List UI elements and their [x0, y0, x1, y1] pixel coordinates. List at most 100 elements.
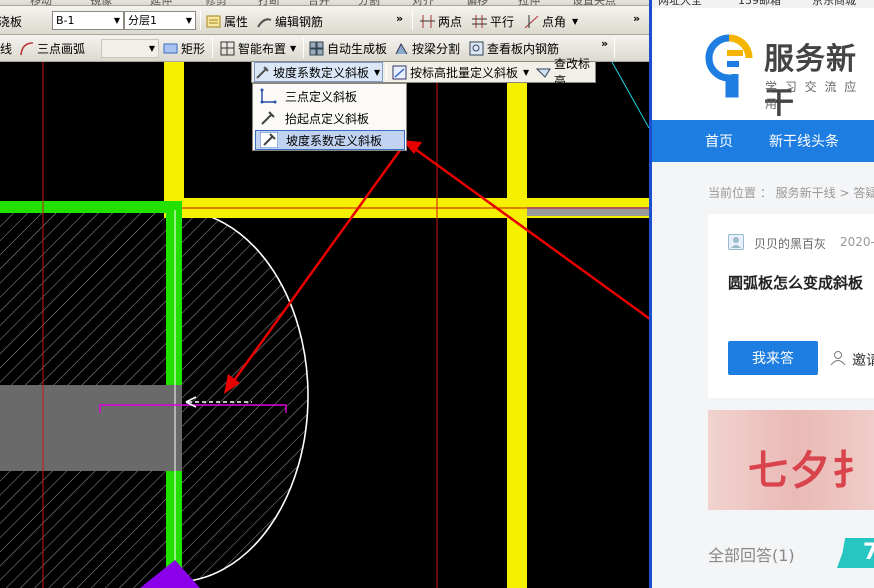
answers-header: 全部回答(1)	[708, 542, 795, 566]
slope-define-label: 坡度系数定义斜板	[273, 65, 370, 80]
bookmarks-bar: 网址大全 139邮箱 京东商城	[652, 0, 874, 8]
green-beam-h	[0, 201, 182, 213]
site-slogan: 学 习 交 流 应 用	[765, 80, 859, 111]
cad-window: 移动 镜像 延伸 修剪 打断 合并 分割 对齐 偏移 拉伸 设置夹点 现浇板 B…	[0, 0, 649, 588]
slab-define-toolbar: 坡度系数定义斜板 ▼ 按标高批量定义斜板 ▼ 查改标高	[251, 57, 596, 88]
view-rebar-button[interactable]: 查看板内钢筋	[469, 37, 559, 59]
line-tool-label[interactable]: 直线	[0, 37, 12, 59]
view-rebar-label: 查看板内钢筋	[487, 41, 560, 56]
point-angle-icon	[524, 14, 539, 29]
nav-item-headlines[interactable]: 新干线头条	[769, 131, 839, 151]
check-elev-icon	[535, 65, 551, 80]
separator	[303, 38, 304, 58]
slab-define-menu: 三点定义斜板 抬起点定义斜板 坡度系数定义斜板	[252, 83, 407, 151]
invite-icon	[830, 350, 846, 369]
batch-define-icon	[392, 65, 407, 80]
rebar-icon	[257, 14, 272, 29]
three-point-icon	[259, 88, 277, 104]
point-angle-label: 点角	[542, 14, 567, 29]
menu-item-label: 三点定义斜板	[285, 89, 358, 104]
layer-select-value: B-1	[56, 14, 75, 27]
auto-gen-icon	[309, 41, 324, 56]
smart-place-label: 智能布置	[238, 41, 287, 56]
layer-select[interactable]: B-1 ▼	[52, 11, 124, 30]
element-type-label: 现浇板	[0, 14, 23, 29]
batch-define-button[interactable]: 按标高批量定义斜板 ▼	[392, 62, 529, 82]
toolbar-overflow-icon[interactable]: »	[396, 12, 403, 25]
point-angle-button[interactable]: 点角 ▼	[524, 10, 578, 32]
separator	[412, 10, 413, 30]
parallel-icon	[472, 14, 487, 29]
question-card: 贝贝的黑百灰 2020-0 圆弧板怎么变成斜板 我来答 邀请	[708, 214, 874, 398]
menu-item-lift-point[interactable]: 抬起点定义斜板	[255, 108, 405, 128]
toolbar-overflow-icon[interactable]: »	[633, 12, 640, 25]
level-select[interactable]: 分层1 ▼	[124, 11, 196, 30]
chevron-down-icon: ▼	[523, 67, 530, 77]
menu-item-slope-define[interactable]: 坡度系数定义斜板	[255, 130, 405, 150]
question-title: 圆弧板怎么变成斜板	[728, 274, 864, 292]
site-header: 服务新干 学 习 交 流 应 用	[652, 8, 874, 121]
view-rebar-icon	[469, 41, 484, 56]
check-elev-button[interactable]: 查改标高	[535, 57, 595, 88]
toolbar-row-2: 直线 三点画弧 ▼ 矩形 智能布置 ▼ 自动生成板 按梁分割 查看板内	[0, 35, 649, 62]
banner-text: 七夕扌	[748, 448, 874, 494]
slope-icon	[255, 65, 270, 80]
edit-rebar-label: 编辑钢筋	[275, 14, 324, 29]
bookmark-2[interactable]: 139邮箱	[738, 0, 781, 8]
site-logo-icon	[705, 34, 753, 98]
two-point-label: 两点	[438, 14, 463, 29]
breadcrumb: 当前位置 ： 服务新干线 > 答疑	[708, 186, 874, 200]
rect-icon	[163, 41, 178, 56]
parallel-button[interactable]: 平行	[472, 10, 514, 32]
grey-beam-overlap	[166, 385, 182, 471]
draw-mode-select[interactable]: ▼	[101, 39, 159, 58]
smart-place-button[interactable]: 智能布置 ▼	[220, 37, 296, 59]
bookmark-3[interactable]: 京东商城	[812, 0, 856, 8]
auto-gen-button[interactable]: 自动生成板	[309, 37, 387, 59]
properties-button[interactable]: 属性	[206, 10, 248, 32]
level-select-value: 分层1	[128, 14, 157, 27]
separator	[614, 38, 615, 58]
invite-button[interactable]: 邀请	[852, 350, 874, 370]
chevron-down-icon: ▼	[374, 67, 381, 77]
split-by-beam-button[interactable]: 按梁分割	[394, 37, 460, 59]
split-icon	[394, 41, 409, 56]
yellow-beam-v1	[164, 62, 184, 208]
menu-item-three-point[interactable]: 三点定义斜板	[255, 86, 405, 106]
promo-banner[interactable]: 七夕扌	[708, 410, 874, 510]
bookmark-1[interactable]: 网址大全	[658, 0, 702, 8]
three-point-arc-button[interactable]: 三点画弧	[19, 37, 85, 59]
answer-button[interactable]: 我来答	[728, 341, 818, 375]
two-point-icon	[420, 14, 435, 29]
rect-button[interactable]: 矩形	[163, 37, 205, 59]
toolbar-overflow-icon[interactable]: »	[601, 37, 608, 50]
edit-rebar-button[interactable]: 编辑钢筋	[257, 10, 323, 32]
properties-icon	[206, 14, 221, 29]
batch-define-label: 按标高批量定义斜板	[410, 65, 519, 80]
auto-gen-label: 自动生成板	[327, 41, 388, 56]
slope-define-dropdown[interactable]: 坡度系数定义斜板 ▼	[254, 62, 384, 82]
separator	[200, 10, 201, 30]
two-point-button[interactable]: 两点	[420, 10, 462, 32]
chevron-down-icon: ▼	[148, 44, 155, 53]
question-date: 2020-0	[840, 235, 874, 249]
toolbar-row-1: 现浇板 B-1 ▼ 分层1 ▼ 属性 编辑钢筋 » 两点 平行 点角 ▼	[0, 6, 649, 35]
separator	[386, 62, 387, 82]
browser-window: 网址大全 139邮箱 京东商城 服务新干 学 习 交 流 应 用 首页 新干线头…	[649, 0, 874, 588]
separator	[212, 38, 213, 58]
nav-item-home[interactable]: 首页	[705, 131, 733, 151]
site-nav: 首页 新干线头条	[652, 120, 874, 162]
grey-beam	[0, 385, 182, 471]
arc-icon	[19, 41, 34, 56]
check-elev-label: 查改标高	[554, 57, 591, 88]
slope-icon	[259, 131, 279, 149]
question-user[interactable]: 贝贝的黑百灰	[754, 235, 826, 252]
chevron-down-icon: ▼	[185, 16, 192, 25]
menu-item-label: 抬起点定义斜板	[285, 111, 370, 126]
yellow-beam-v2	[507, 62, 527, 588]
chevron-down-icon: ▼	[113, 16, 120, 25]
answers-badge: 7	[837, 538, 874, 568]
lift-point-icon	[259, 110, 277, 126]
rect-label: 矩形	[181, 41, 206, 56]
grid-icon	[220, 41, 235, 56]
